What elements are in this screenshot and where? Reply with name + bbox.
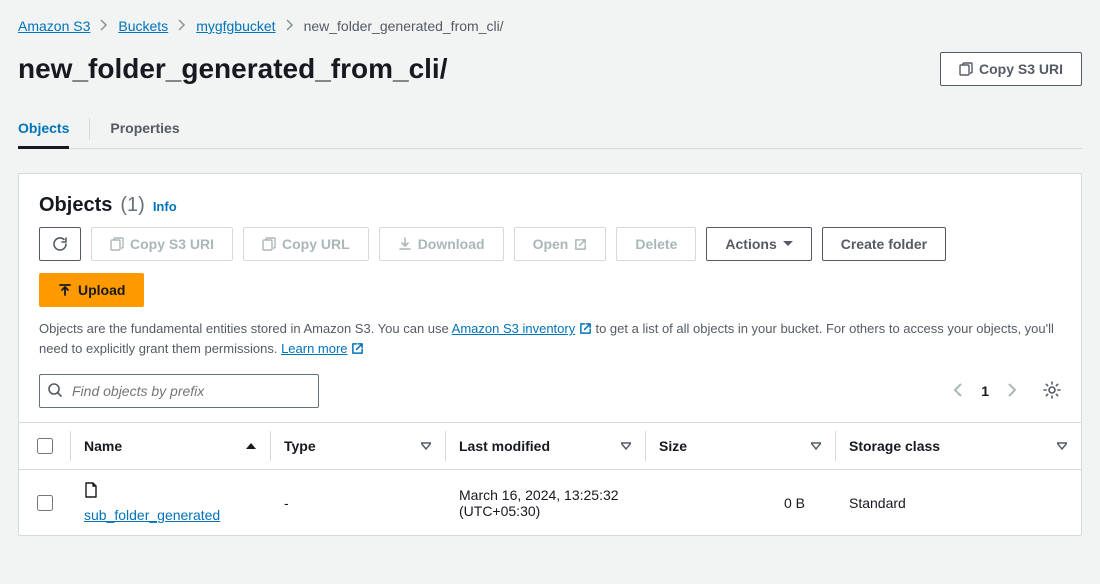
settings-button[interactable] [1043, 381, 1061, 402]
object-name-link[interactable]: sub_folder_generated [84, 507, 256, 523]
cell-size: 0 B [645, 470, 835, 536]
pager: 1 [949, 379, 1061, 404]
sort-icon [421, 438, 431, 454]
panel-count: (1) [120, 194, 144, 217]
external-link-icon [351, 341, 364, 356]
copy-icon [110, 237, 124, 251]
next-page-button [1003, 379, 1021, 404]
caret-down-icon [783, 240, 793, 248]
panel-description: Objects are the fundamental entities sto… [39, 319, 1061, 358]
upload-button[interactable]: Upload [39, 273, 144, 307]
info-link[interactable]: Info [153, 199, 177, 214]
button-label: Download [418, 236, 485, 252]
sort-icon [811, 438, 821, 454]
button-label: Delete [635, 236, 677, 252]
breadcrumb-link-buckets[interactable]: Buckets [118, 18, 168, 34]
chevron-right-icon [178, 18, 186, 34]
chevron-right-icon [100, 18, 108, 34]
button-label: Copy S3 URI [130, 236, 214, 252]
prev-page-button [949, 379, 967, 404]
page-title: new_folder_generated_from_cli/ [18, 53, 447, 85]
column-type[interactable]: Type [270, 423, 445, 470]
chevron-right-icon [286, 18, 294, 34]
refresh-icon [52, 236, 68, 252]
delete-button: Delete [616, 227, 696, 261]
refresh-button[interactable] [39, 227, 81, 261]
download-icon [398, 237, 412, 251]
column-last-modified[interactable]: Last modified [445, 423, 645, 470]
button-label: Copy URL [282, 236, 350, 252]
tab-divider [89, 118, 90, 140]
external-link-icon [574, 238, 587, 251]
breadcrumb-link-bucket[interactable]: mygfgbucket [196, 18, 275, 34]
download-button: Download [379, 227, 504, 261]
copy-icon [959, 62, 973, 76]
create-folder-button[interactable]: Create folder [822, 227, 946, 261]
column-name[interactable]: Name [70, 423, 270, 470]
sort-icon [1057, 438, 1067, 454]
open-button: Open [514, 227, 607, 261]
file-icon [84, 482, 256, 503]
search-input[interactable] [39, 374, 319, 408]
sort-asc-icon [246, 438, 256, 454]
button-label: Open [533, 236, 569, 252]
actions-button[interactable]: Actions [706, 227, 811, 261]
breadcrumb-current: new_folder_generated_from_cli/ [304, 18, 504, 34]
copy-icon [262, 237, 276, 251]
button-label: Copy S3 URI [979, 61, 1063, 77]
cell-last-modified: March 16, 2024, 13:25:32 (UTC+05:30) [445, 470, 645, 536]
breadcrumb-link-s3[interactable]: Amazon S3 [18, 18, 90, 34]
panel-title: Objects [39, 194, 112, 217]
table-row: sub_folder_generated - March 16, 2024, 1… [19, 470, 1081, 536]
button-label: Create folder [841, 236, 927, 252]
column-size[interactable]: Size [645, 423, 835, 470]
objects-panel: Objects (1) Info Copy S3 URI Copy URL [18, 173, 1082, 536]
search-wrap [39, 374, 319, 408]
tab-properties[interactable]: Properties [110, 110, 179, 148]
objects-table: Name Type Last modified [19, 422, 1081, 535]
page-number: 1 [981, 383, 989, 399]
copy-s3-uri-button: Copy S3 URI [91, 227, 233, 261]
breadcrumb: Amazon S3 Buckets mygfgbucket new_folder… [18, 18, 1082, 34]
inventory-link[interactable]: Amazon S3 inventory [452, 321, 576, 336]
upload-icon [58, 283, 72, 297]
button-label: Actions [725, 236, 776, 252]
cell-type: - [270, 470, 445, 536]
column-storage-class[interactable]: Storage class [835, 423, 1081, 470]
button-label: Upload [78, 282, 125, 298]
tab-objects[interactable]: Objects [18, 110, 69, 149]
select-all-header [19, 423, 70, 470]
tabs: Objects Properties [18, 110, 1082, 149]
external-link-icon [579, 321, 592, 336]
sort-icon [621, 438, 631, 454]
select-all-checkbox[interactable] [37, 438, 53, 454]
copy-s3-uri-button[interactable]: Copy S3 URI [940, 52, 1082, 86]
copy-url-button: Copy URL [243, 227, 369, 261]
cell-storage-class: Standard [835, 470, 1081, 536]
row-checkbox[interactable] [37, 495, 53, 511]
learn-more-link[interactable]: Learn more [281, 341, 347, 356]
